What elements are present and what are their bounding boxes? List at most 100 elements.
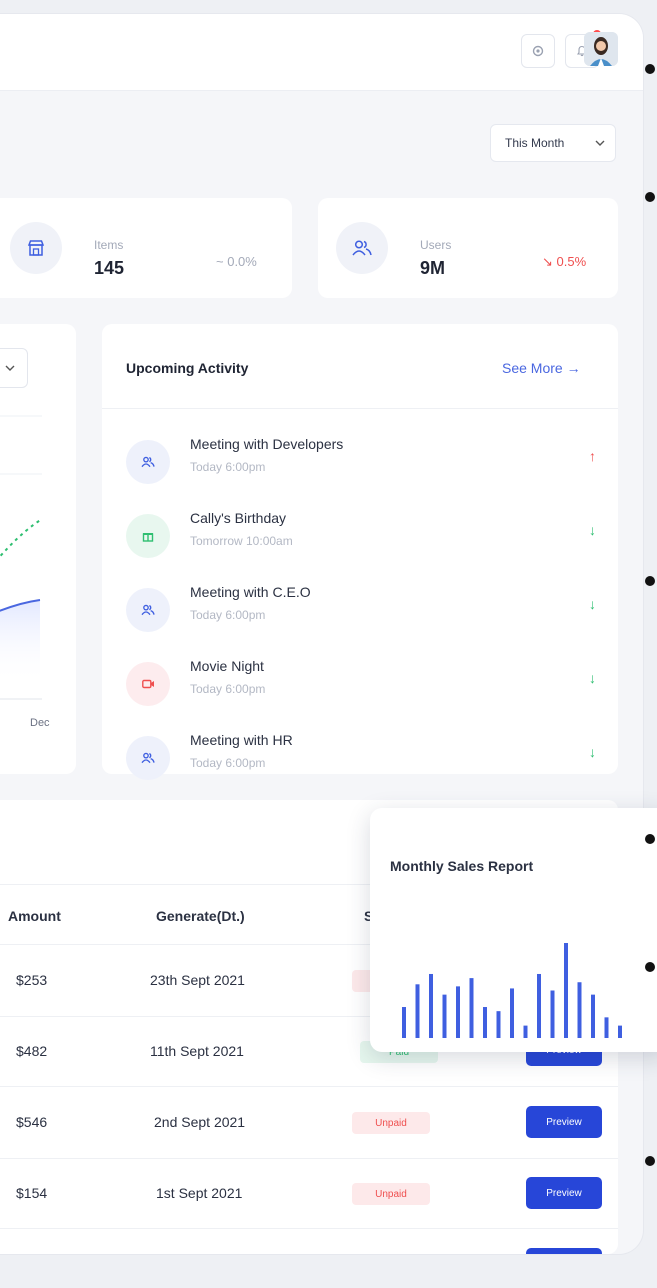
- column-header-amount: Amount: [8, 908, 61, 924]
- divider: [0, 1228, 618, 1229]
- stat-label: Items: [94, 238, 124, 252]
- overview-chart-card: 21 Dec: [0, 324, 76, 774]
- sales-bar: [591, 994, 595, 1038]
- users-icon: [126, 588, 170, 632]
- user-avatar-image: [584, 32, 618, 66]
- sales-bar: [415, 984, 420, 1038]
- sales-bar: [456, 986, 460, 1038]
- bullet-dot: [645, 834, 655, 844]
- activity-name: Cally's Birthday: [190, 510, 287, 526]
- sales-bar: [577, 982, 582, 1038]
- see-more-link[interactable]: See More →: [502, 360, 581, 376]
- activity-item[interactable]: Cally's Birthday Tomorrow 10:00am ↓: [126, 510, 596, 570]
- sales-bar-chart: [402, 943, 622, 1038]
- users-icon-wrap: [336, 222, 388, 274]
- store-icon: [27, 240, 45, 256]
- sales-bar: [604, 1017, 609, 1038]
- settings-button[interactable]: [521, 34, 555, 68]
- sales-bar: [618, 1025, 622, 1038]
- arrow-down-icon: ↓: [589, 596, 596, 612]
- stat-change: ↘ 0.5%: [542, 254, 587, 269]
- users-icon: [126, 736, 170, 780]
- activity-time: Today 6:00pm: [190, 460, 266, 474]
- monthly-sales-report-card: Monthly Sales Report: [370, 808, 657, 1052]
- sales-bar: [550, 990, 555, 1038]
- activity-name: Movie Night: [190, 658, 264, 674]
- arrow-down-icon: ↓: [589, 744, 596, 760]
- stat-label: Users: [420, 238, 452, 252]
- store-icon-wrap: [10, 222, 62, 274]
- sales-bar: [429, 973, 433, 1038]
- arrow-up-icon: ↑: [589, 448, 596, 464]
- video-icon: [126, 662, 170, 706]
- stat-card-items: Items 145 ~ 0.0%: [0, 198, 292, 298]
- status-badge: Unpaid: [352, 1112, 430, 1134]
- bullet-dot: [645, 1156, 655, 1166]
- stat-card-users: Users 9M ↘ 0.5%: [318, 198, 618, 298]
- date-cell: 23th Sept 2021: [150, 972, 245, 988]
- amount-cell: $546: [16, 1114, 48, 1130]
- activity-time: Tomorrow 10:00am: [190, 534, 293, 548]
- activity-name: Meeting with HR: [190, 732, 293, 748]
- activity-time: Today 6:00pm: [190, 682, 266, 696]
- activity-item[interactable]: Meeting with C.E.O Today 6:00pm ↓: [126, 584, 596, 644]
- activity-item[interactable]: Meeting with HR Today 6:00pm ↓: [126, 732, 596, 792]
- sales-bar: [510, 988, 514, 1038]
- sales-bar: [402, 1007, 406, 1038]
- amount-cell: $482: [16, 1043, 48, 1059]
- bullet-dot: [645, 64, 655, 74]
- amount-cell: $154: [16, 1185, 48, 1201]
- date-cell: 11th Sept 2021: [150, 1043, 244, 1059]
- period-filter-label: This Month: [505, 136, 565, 150]
- divider: [0, 1158, 618, 1159]
- gift-icon: [126, 514, 170, 558]
- activity-name: Meeting with Developers: [190, 436, 344, 452]
- arrow-down-icon: ↓: [589, 522, 596, 538]
- sales-bar: [483, 1007, 487, 1038]
- activity-item[interactable]: Movie Night Today 6:00pm ↓: [126, 658, 596, 718]
- sales-bar: [496, 1011, 501, 1038]
- series-area: [0, 600, 40, 684]
- avatar[interactable]: [584, 32, 618, 66]
- chevron-down-icon: [595, 140, 605, 146]
- activity-title: Upcoming Activity: [126, 360, 249, 376]
- settings-icon: [532, 45, 544, 57]
- bullet-dot: [645, 192, 655, 202]
- divider: [0, 1086, 618, 1087]
- bullet-dot: [645, 576, 655, 586]
- overview-chart-plot: Dec: [0, 415, 50, 729]
- amount-cell: $253: [16, 972, 48, 988]
- x-tick-label: Dec: [30, 717, 50, 729]
- activity-time: Today 6:00pm: [190, 608, 266, 622]
- users-icon: [352, 240, 372, 256]
- activity-time: Today 6:00pm: [190, 756, 266, 770]
- sales-bar: [442, 994, 447, 1038]
- date-cell: 1st Sept 2021: [156, 1185, 243, 1201]
- preview-button[interactable]: Preview: [526, 1106, 602, 1138]
- series-line-dashed: [0, 518, 43, 558]
- users-icon: [126, 440, 170, 484]
- sales-bar: [523, 1025, 528, 1038]
- top-bar: [0, 14, 643, 91]
- arrow-right-icon: →: [566, 360, 581, 376]
- arrow-down-icon: ↓: [589, 670, 596, 686]
- trend-flat-icon: ~: [216, 254, 228, 269]
- stat-value: 145: [94, 258, 125, 278]
- sales-bar: [537, 973, 541, 1038]
- sales-bar: [564, 943, 568, 1038]
- divider: [102, 408, 618, 409]
- sales-bar: [469, 978, 474, 1038]
- dashboard-panel: This Month Items 145 ~ 0.0% Users 9M ↘ 0…: [0, 14, 643, 1254]
- preview-button[interactable]: [526, 1248, 602, 1254]
- stat-value: 9M: [420, 258, 446, 278]
- trend-down-icon: ↘: [542, 254, 557, 269]
- bullet-dot: [645, 962, 655, 972]
- activity-item[interactable]: Meeting with Developers Today 6:00pm ↑: [126, 436, 596, 496]
- status-badge: Unpaid: [352, 1183, 430, 1205]
- stat-change: ~ 0.0%: [216, 254, 257, 269]
- period-filter-select[interactable]: This Month: [490, 124, 616, 162]
- preview-button[interactable]: Preview: [526, 1177, 602, 1209]
- upcoming-activity-card: Upcoming Activity See More → Meeting wit…: [102, 324, 618, 780]
- activity-name: Meeting with C.E.O: [190, 584, 311, 600]
- date-cell: 2nd Sept 2021: [154, 1114, 246, 1130]
